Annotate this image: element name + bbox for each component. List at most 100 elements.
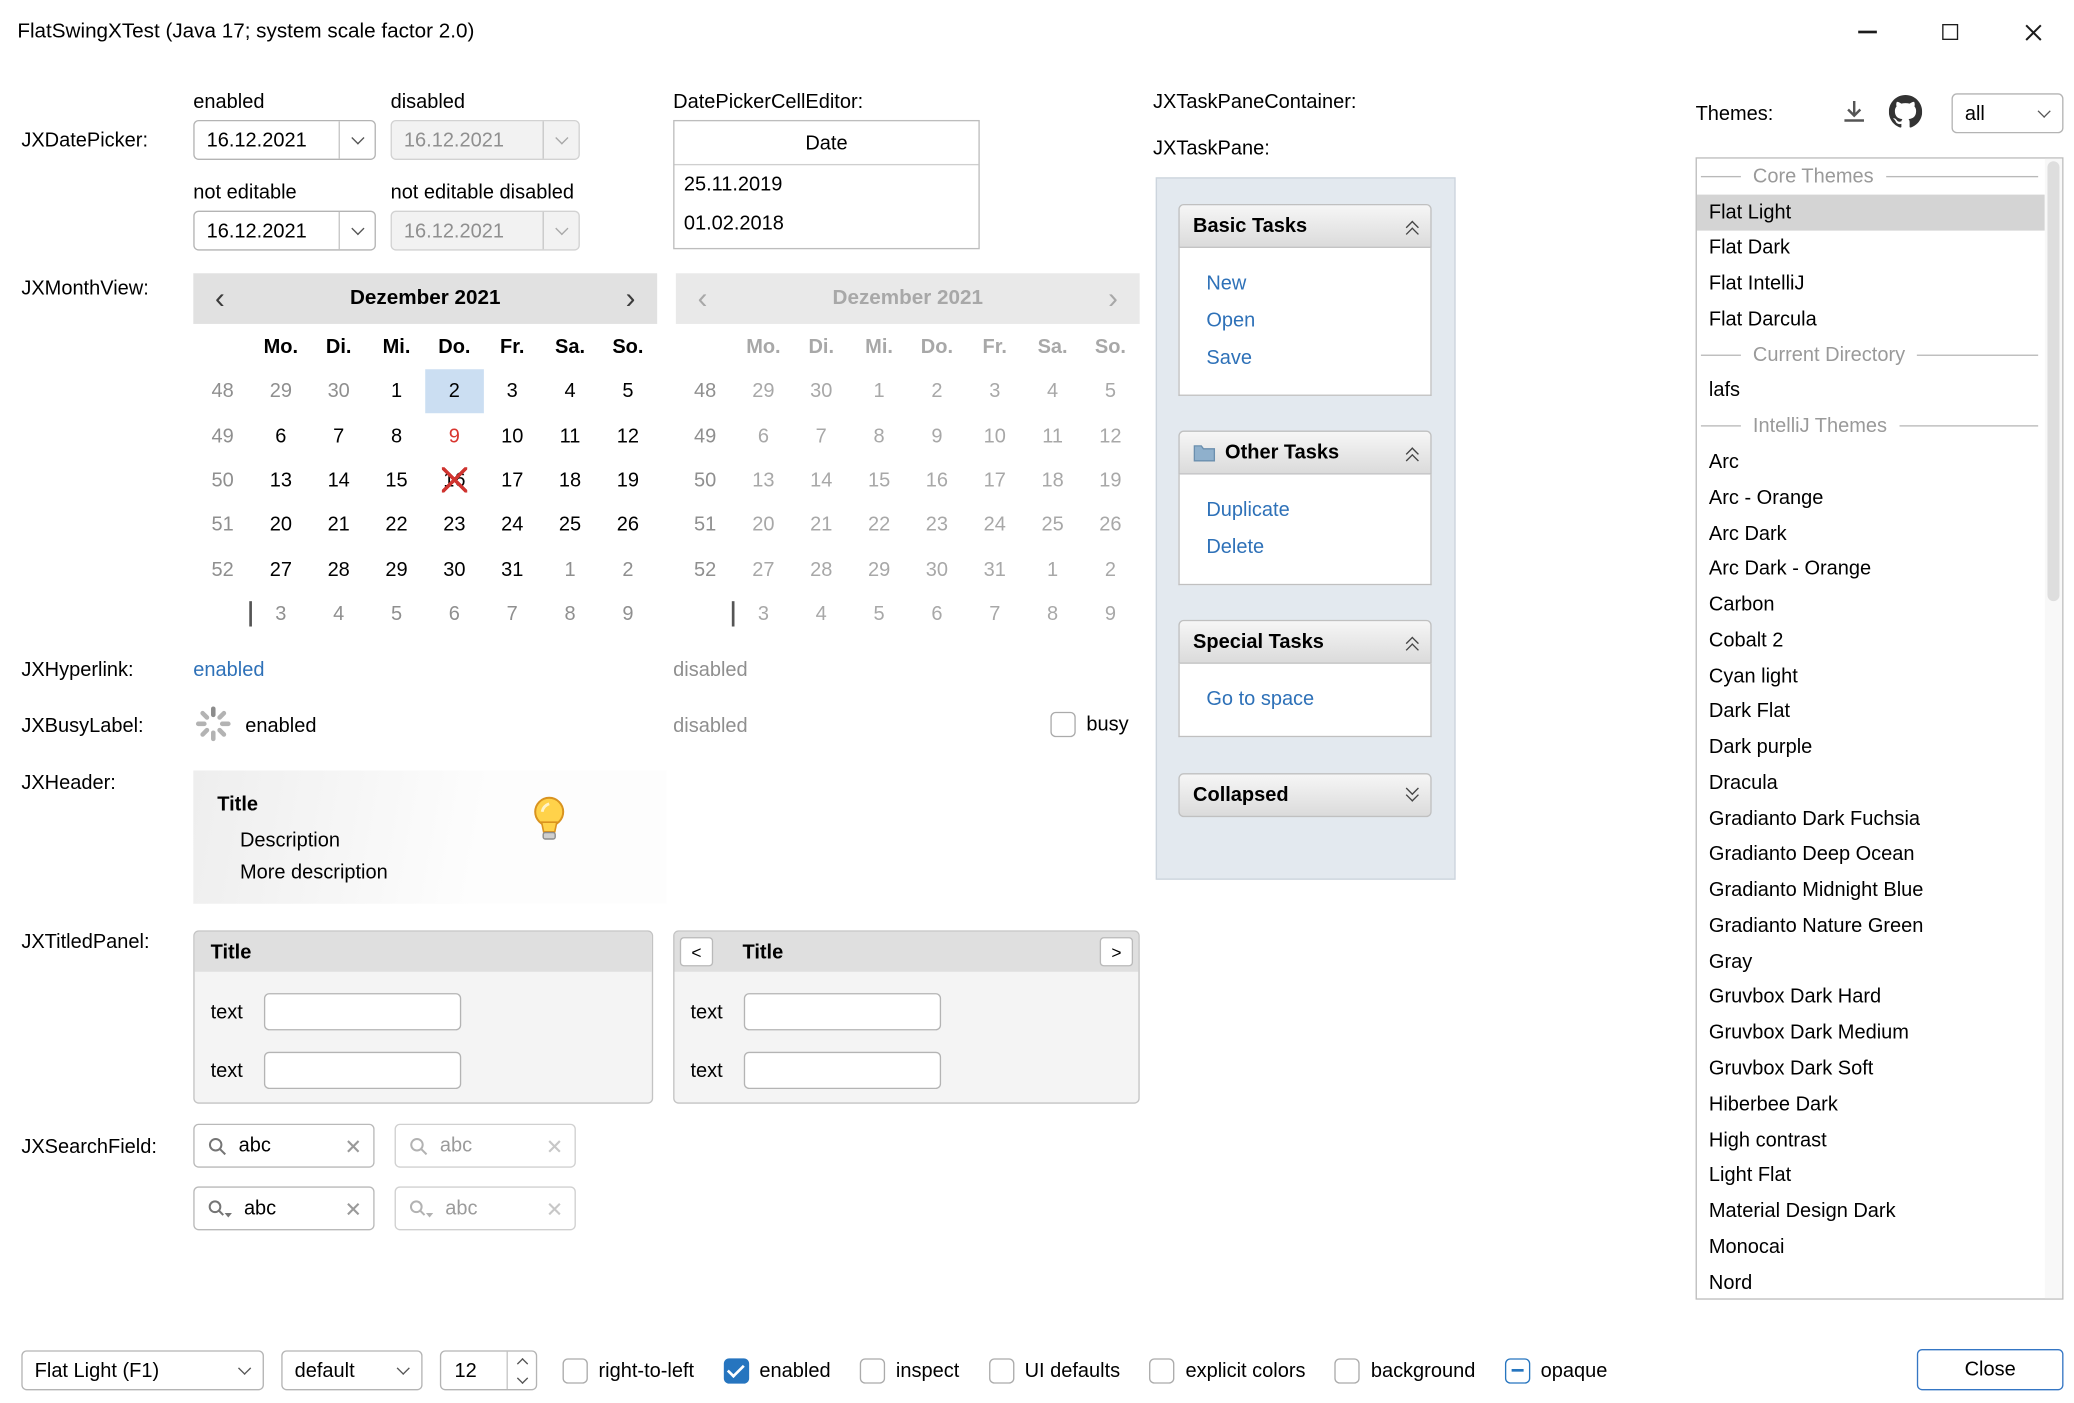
theme-item[interactable]: Gradianto Dark Fuchsia [1697, 801, 2045, 837]
clear-icon[interactable] [345, 1200, 361, 1216]
prev-month-icon[interactable] [193, 275, 246, 323]
calendar-day[interactable]: 23 [425, 503, 483, 548]
theme-item[interactable]: Nord [1697, 1265, 2045, 1299]
calendar-day[interactable]: 7 [483, 592, 541, 637]
theme-item[interactable]: Gray [1697, 944, 2045, 980]
checkbox-background[interactable]: background [1335, 1358, 1476, 1383]
calendar-day[interactable]: 13 [252, 458, 310, 503]
calendar-day[interactable]: 1 [541, 547, 599, 592]
checkbox-right-to-left[interactable]: right-to-left [563, 1358, 695, 1383]
theme-list-scrollbar[interactable] [2045, 159, 2062, 1299]
table-column-header[interactable]: Date [674, 121, 978, 165]
minimize-button[interactable] [1826, 0, 1909, 64]
themes-filter-combo[interactable]: all [1952, 93, 2064, 133]
calendar-day[interactable]: 28 [310, 547, 368, 592]
hyperlink-enabled[interactable]: enabled [193, 659, 264, 682]
calendar-day[interactable]: 27 [252, 547, 310, 592]
theme-item[interactable]: Gradianto Deep Ocean [1697, 837, 2045, 873]
github-icon[interactable] [1889, 95, 1922, 128]
expand-icon[interactable] [1408, 788, 1417, 801]
checkbox-enabled[interactable]: enabled [723, 1358, 830, 1383]
calendar-day[interactable]: 6 [425, 592, 483, 637]
busy-checkbox-row[interactable]: busy [1050, 712, 1128, 737]
text-input[interactable] [744, 1052, 941, 1089]
next-month-icon[interactable] [604, 275, 657, 323]
checkbox-opaque[interactable]: opaque [1505, 1358, 1608, 1383]
theme-item[interactable]: Arc - Orange [1697, 480, 2045, 516]
theme-item[interactable]: Dark purple [1697, 729, 2045, 765]
theme-item[interactable]: Cyan light [1697, 658, 2045, 694]
panel-left-button[interactable]: < [680, 937, 713, 966]
font-size-spinner[interactable]: 12 [440, 1350, 537, 1390]
table-row[interactable]: 01.02.2018 [674, 204, 978, 243]
calendar-day[interactable]: 3 [252, 592, 310, 637]
calendar-day[interactable]: 24 [483, 503, 541, 548]
search-value[interactable]: abc [239, 1134, 335, 1157]
calendar-day[interactable]: 2 [425, 369, 483, 414]
collapse-icon[interactable] [1408, 635, 1417, 648]
download-icon[interactable] [1840, 97, 1869, 126]
text-input[interactable] [744, 993, 941, 1030]
calendar-day[interactable]: 25 [541, 503, 599, 548]
checkbox-box[interactable] [989, 1358, 1014, 1383]
taskpane-header[interactable]: Other Tasks [1178, 431, 1431, 475]
calendar-day[interactable]: 1 [368, 369, 426, 414]
calendar-day[interactable]: 2 [599, 547, 657, 592]
task-link[interactable]: Delete [1180, 529, 1431, 566]
calendar-day[interactable]: 8 [368, 414, 426, 459]
calendar-day[interactable]: 12 [599, 414, 657, 459]
theme-item[interactable]: Flat Darcula [1697, 301, 2045, 337]
theme-item[interactable]: Flat Light [1697, 194, 2045, 230]
theme-item[interactable]: Arc Dark [1697, 515, 2045, 551]
calendar-day[interactable]: 16 [425, 458, 483, 503]
text-input[interactable] [264, 993, 461, 1030]
theme-item[interactable]: High contrast [1697, 1122, 2045, 1158]
calendar-day[interactable]: 29 [252, 369, 310, 414]
task-link[interactable]: New [1180, 265, 1431, 302]
chevron-down-icon[interactable] [2026, 95, 2062, 132]
calendar-day[interactable]: 15 [368, 458, 426, 503]
theme-item[interactable]: Flat Dark [1697, 230, 2045, 266]
task-link[interactable]: Go to space [1180, 681, 1431, 718]
calendar-day[interactable]: 17 [483, 458, 541, 503]
calendar-day[interactable]: 7 [310, 414, 368, 459]
collapse-icon[interactable] [1408, 446, 1417, 459]
calendar-day[interactable]: 5 [599, 369, 657, 414]
checkbox-box[interactable] [1505, 1358, 1530, 1383]
calendar-day[interactable]: 26 [599, 503, 657, 548]
close-button[interactable]: Close [1917, 1349, 2064, 1390]
maximize-button[interactable] [1909, 0, 1992, 64]
close-window-button[interactable] [1992, 0, 2074, 64]
chevron-down-icon[interactable] [339, 121, 375, 158]
calendar-day[interactable]: 29 [368, 547, 426, 592]
spinner-up-icon[interactable] [508, 1352, 536, 1371]
search-field-3[interactable]: abc [193, 1186, 374, 1230]
theme-item[interactable]: Gruvbox Dark Medium [1697, 1015, 2045, 1051]
calendar-day[interactable]: 3 [483, 369, 541, 414]
checkbox-explicit-colors[interactable]: explicit colors [1150, 1358, 1306, 1383]
laf-combo[interactable]: Flat Light (F1) [21, 1350, 264, 1390]
theme-item[interactable]: Gruvbox Dark Soft [1697, 1051, 2045, 1087]
checkbox-box[interactable] [860, 1358, 885, 1383]
checkbox-box[interactable] [1150, 1358, 1175, 1383]
theme-item[interactable]: Gruvbox Dark Hard [1697, 979, 2045, 1015]
theme-item[interactable]: Dracula [1697, 765, 2045, 801]
theme-item[interactable]: Gradianto Midnight Blue [1697, 872, 2045, 908]
search-dropdown-icon[interactable] [207, 1198, 234, 1219]
checkbox-inspect[interactable]: inspect [860, 1358, 959, 1383]
theme-item[interactable]: Light Flat [1697, 1158, 2045, 1194]
theme-item[interactable]: Arc Dark - Orange [1697, 551, 2045, 587]
text-input[interactable] [264, 1052, 461, 1089]
taskpane-header[interactable]: Special Tasks [1178, 620, 1431, 664]
checkbox-box[interactable] [723, 1358, 748, 1383]
panel-right-button[interactable]: > [1100, 937, 1133, 966]
spinner-down-icon[interactable] [508, 1370, 536, 1389]
checkbox-box[interactable] [1335, 1358, 1360, 1383]
theme-item[interactable]: Monocai [1697, 1229, 2045, 1265]
calendar-day[interactable]: 10 [483, 414, 541, 459]
theme-item[interactable]: lafs [1697, 373, 2045, 409]
theme-item[interactable]: Dark Flat [1697, 694, 2045, 730]
calendar-day[interactable]: 11 [541, 414, 599, 459]
calendar-day[interactable]: 4 [541, 369, 599, 414]
calendar-day[interactable]: 6 [252, 414, 310, 459]
